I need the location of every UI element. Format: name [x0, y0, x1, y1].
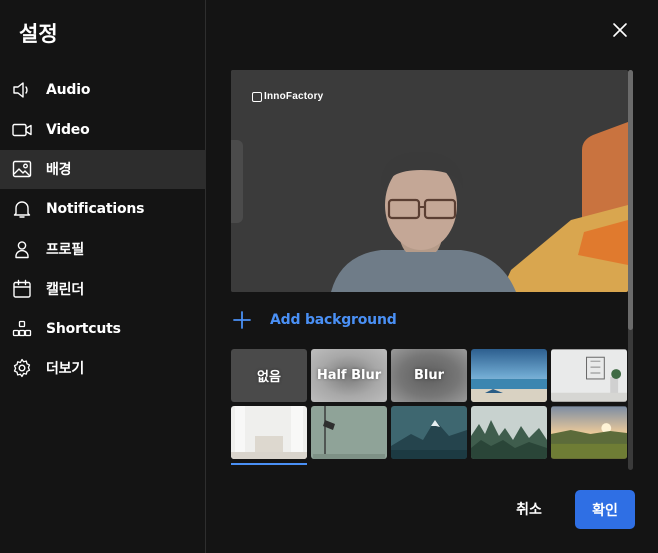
sidebar-item-label: Video — [46, 121, 90, 138]
background-option-label: Blur — [413, 368, 445, 383]
video-camera-icon — [11, 119, 33, 141]
sidebar-item-label: Audio — [46, 81, 91, 98]
video-preview: InnoFactory — [231, 70, 628, 292]
sidebar-item-shortcuts[interactable]: Shortcuts — [0, 309, 206, 349]
sidebar-item-label: Shortcuts — [46, 320, 121, 337]
background-option-label: Half Blur — [316, 368, 382, 383]
person-icon — [11, 238, 33, 260]
background-option-white-hall[interactable] — [231, 406, 307, 459]
gear-icon — [11, 357, 33, 379]
background-option-misty-forest[interactable] — [471, 406, 547, 459]
background-option-beach[interactable] — [471, 349, 547, 402]
add-background-label: Add background — [270, 312, 397, 328]
close-icon — [612, 22, 628, 43]
cancel-button[interactable]: 취소 — [503, 491, 555, 527]
sidebar-item-label: Notifications — [46, 201, 145, 218]
sidebar-item-notifications[interactable]: Notifications — [0, 189, 206, 229]
background-option-green-wall[interactable] — [311, 406, 387, 459]
sidebar-item-background[interactable]: 배경 — [0, 149, 206, 190]
sidebar-item-calendar[interactable]: 캘린더 — [0, 269, 206, 309]
image-icon — [11, 158, 33, 180]
sidebar-item-label: 배경 — [46, 162, 72, 179]
background-option-sunset-field[interactable] — [551, 406, 627, 459]
calendar-icon — [11, 278, 33, 300]
sunset-field-thumbnail — [551, 406, 627, 459]
sidebar-item-label: 더보기 — [46, 361, 85, 378]
background-option-none[interactable]: 없음 — [231, 349, 307, 402]
selected-background-indicator — [231, 463, 307, 465]
close-button[interactable] — [607, 19, 633, 45]
sidebar-item-video[interactable]: Video — [0, 110, 206, 150]
settings-nav: Audio Video 배경 Notifications 프로필 캘린더 Sho… — [0, 70, 206, 388]
sidebar-item-label: 프로필 — [46, 242, 85, 259]
logo-mark-icon — [252, 91, 262, 102]
room-thumbnail — [551, 349, 627, 402]
misty-forest-thumbnail — [471, 406, 547, 459]
speaker-icon — [11, 79, 33, 101]
shortcuts-icon — [11, 318, 33, 340]
beach-thumbnail — [471, 349, 547, 402]
background-option-mountain[interactable] — [391, 406, 467, 459]
background-option-label: 없음 — [257, 370, 281, 385]
preview-background-art — [231, 70, 628, 292]
add-background-button[interactable]: Add background — [232, 310, 397, 330]
sidebar-item-audio[interactable]: Audio — [0, 70, 206, 110]
green-wall-thumbnail — [311, 406, 387, 459]
mountain-thumbnail — [391, 406, 467, 459]
preview-logo-text: InnoFactory — [264, 91, 324, 102]
sidebar-item-label: 캘린더 — [46, 281, 85, 298]
preview-logo: InnoFactory — [252, 91, 323, 102]
background-option-half-blur[interactable]: Half Blur — [311, 349, 387, 402]
sidebar-item-more[interactable]: 더보기 — [0, 349, 206, 389]
background-option-room[interactable] — [551, 349, 627, 402]
white-hall-thumbnail — [231, 406, 307, 459]
sidebar-item-profile[interactable]: 프로필 — [0, 229, 206, 269]
dialog-title: 설정 — [19, 22, 58, 46]
plus-icon — [232, 310, 252, 330]
panel-scrollbar[interactable] — [628, 70, 633, 470]
settings-sidebar: 설정 Audio Video 배경 Notifications 프로필 캘린더 … — [0, 0, 206, 553]
scrollbar-thumb[interactable] — [628, 70, 633, 330]
bell-icon — [11, 198, 33, 220]
background-option-blur[interactable]: Blur — [391, 349, 467, 402]
confirm-button[interactable]: 확인 — [575, 490, 635, 529]
